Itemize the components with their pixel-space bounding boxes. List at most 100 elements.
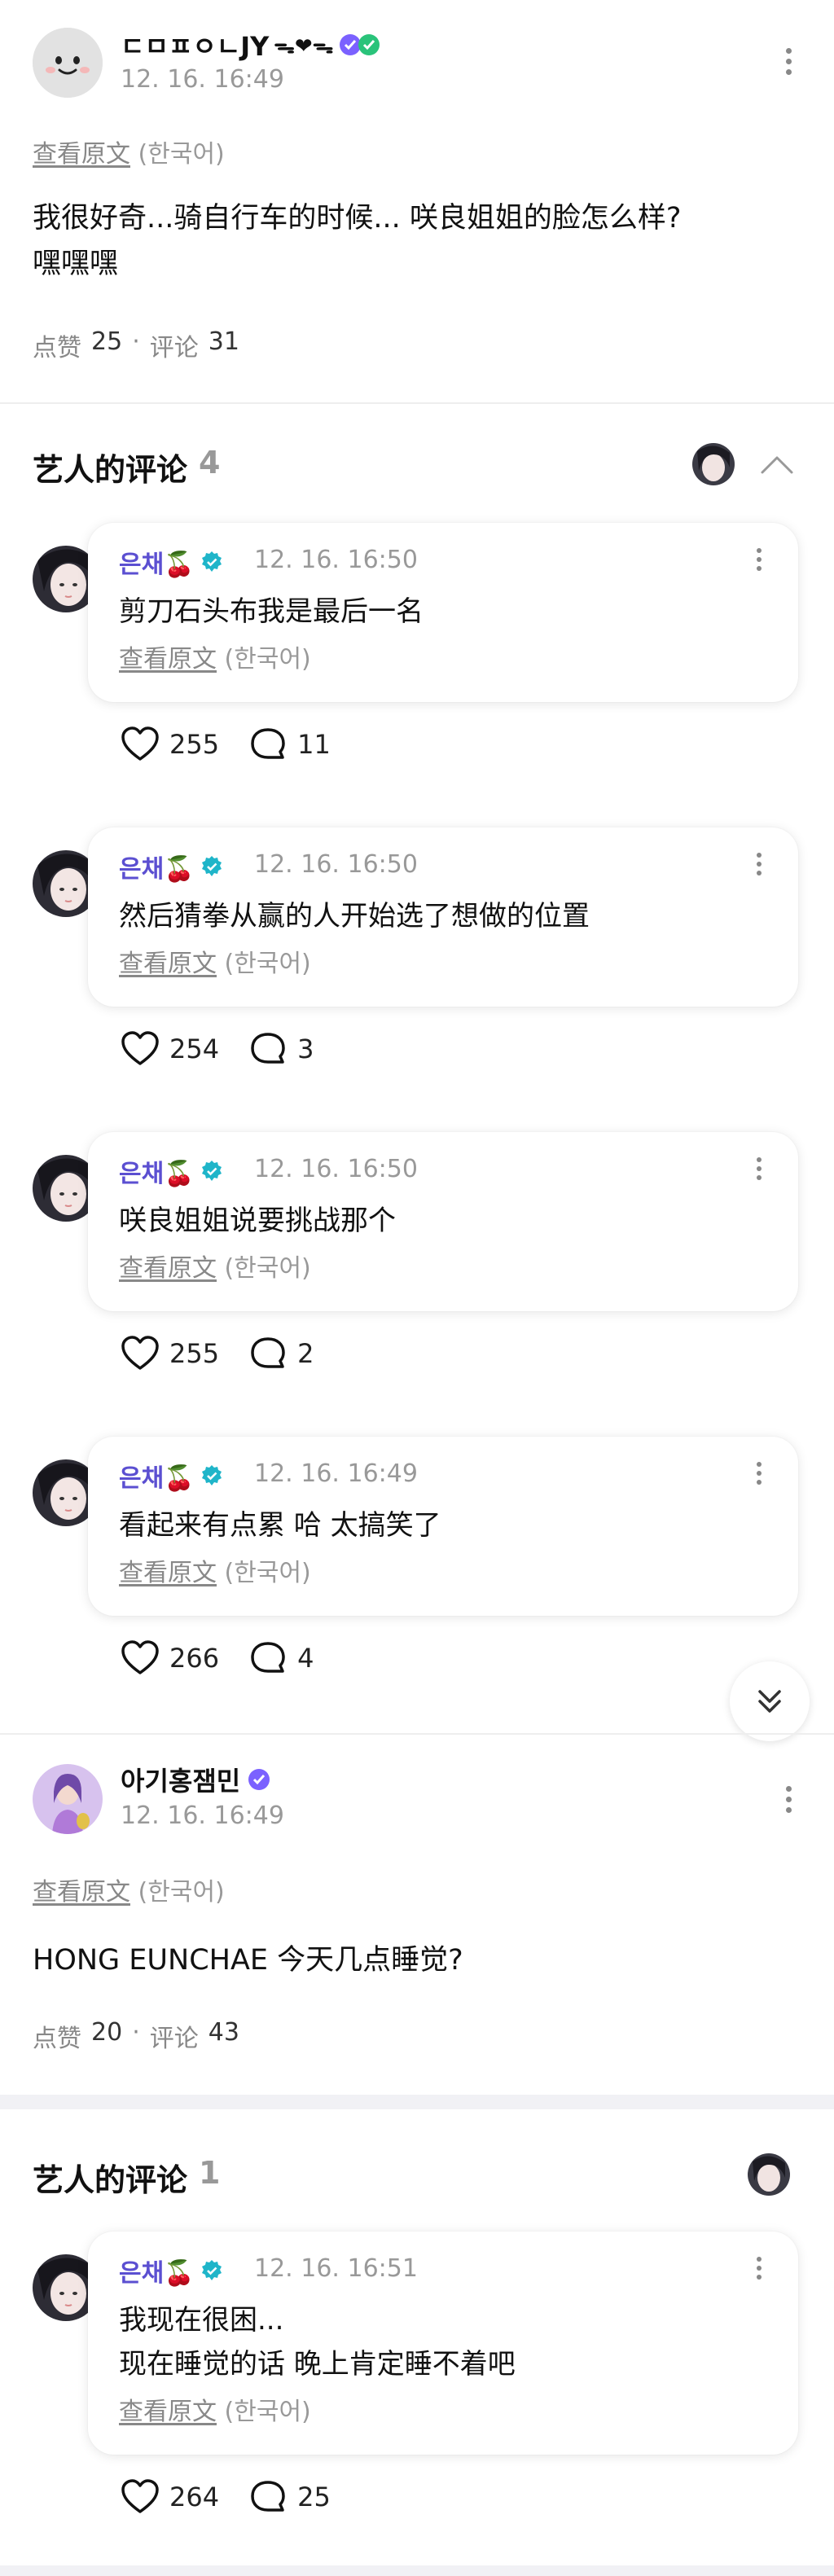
reply-reactions: 254 3 [121,1031,343,1067]
post1-translation-note: 查看原文 (한국어) [33,134,225,169]
reply-text: 咲良姐姐说要挑战那个 [119,1199,396,1243]
reply-author-name-text: 은채🍒 [119,1464,195,1493]
reply-comment-count: 25 [297,2482,331,2512]
reply-comment-count: 11 [297,729,331,760]
reply-more-icon[interactable] [751,1148,767,1189]
reply-author-name[interactable]: 은채🍒 [119,1458,224,1494]
reply-comment-count: 2 [297,1338,314,1369]
reply-view-original-link[interactable]: 查看原文 [119,1254,217,1283]
verified-badge-icon [201,551,222,572]
reply-author-name[interactable]: 은채🍒 [119,1153,224,1189]
post2-more-icon[interactable] [780,1779,797,1819]
reply-more-icon[interactable] [751,539,767,580]
post1-time: 12. 16. 16:49 [121,65,284,94]
reply-like-count: 255 [169,1338,220,1369]
reply-text: 我现在很困... 现在睡觉的话 晚上肯定睡不着吧 [119,2298,516,2386]
post2-comments-label[interactable]: 评论 [150,2018,199,2054]
heart-icon [121,2479,159,2513]
post1-username-text: ㄷㅁㅍㅇㄴJY [121,31,270,62]
heart-icon [121,726,159,761]
reply-like-button[interactable]: 254 [121,1031,248,1067]
verified-badge-icon [248,1769,270,1790]
reply-translation-note: 查看原文 (한국어) [119,1248,311,1284]
reply-more-icon[interactable] [751,844,767,884]
post1-username[interactable]: ㄷㅁㅍㅇㄴJY ᯓ❤︎ᯓ [121,26,382,64]
post1-likes-label: 点赞 [33,334,81,362]
artist-section2-header: 艺人的评论 1 [33,2155,220,2200]
post2-username[interactable]: 아기홍잼민 [121,1761,271,1798]
comment-bubble-icon [251,728,285,759]
double-chevron-down-icon [758,1690,781,1713]
post2-avatar[interactable] [33,1764,103,1834]
reply-comment-button[interactable]: 4 [248,1640,343,1676]
post1-text-line2: 嘿嘿嘿 [33,248,119,280]
post1-avatar[interactable] [33,28,103,98]
reply-text-line: 我现在很困... [119,2304,284,2337]
reply-text-line: 看起来有点累 哈 太搞笑了 [119,1509,441,1542]
reply-translation-note: 查看原文 (한국어) [119,2391,311,2427]
reply-lang-tag: (한국어) [224,1559,311,1587]
heart-icon [121,1336,159,1370]
reply-reactions: 266 4 [121,1640,343,1676]
reply-like-button[interactable]: 255 [121,1336,248,1371]
reply-author-name[interactable]: 은채🍒 [119,2253,224,2289]
reply-card: 은채🍒 12. 16. 16:50 剪刀石头布我是最后一名 查看原文 (한국어) [88,523,798,702]
reply-comment-button[interactable]: 11 [248,726,360,762]
reply-card: 은채🍒 12. 16. 16:49 看起来有点累 哈 太搞笑了查看原文 (한국어) [88,1437,798,1616]
post2-likes-label: 点赞 [33,2025,81,2053]
reply-lang-tag: (한국어) [224,950,311,978]
reply-author-name-text: 은채🍒 [119,2259,195,2288]
reply-author-name[interactable]: 은채🍒 [119,544,224,580]
reply-more-icon[interactable] [751,1453,767,1494]
reply-author-name-text: 은채🍒 [119,1160,195,1188]
reply-reactions: 255 11 [121,726,360,762]
reply-author-name-text: 은채🍒 [119,855,195,884]
verified-badge-icon [201,856,222,876]
reply-comment-button[interactable]: 25 [248,2479,360,2515]
chevron-up-icon[interactable] [759,453,795,476]
reply-time: 12. 16. 16:49 [254,1459,418,1488]
reply-like-button[interactable]: 255 [121,726,248,762]
post1-more-icon[interactable] [780,41,797,81]
reply-card: 은채🍒 12. 16. 16:50 然后猜拳从赢的人开始选了想做的位置查看原文 (한… [88,827,798,1007]
reply-comment-count: 3 [297,1033,314,1064]
reply-reactions: 264 25 [121,2479,360,2515]
post1-lang-tag: (한국어) [138,140,225,169]
reply-translation-note: 查看原文 (한국어) [119,943,311,979]
verified-badge-icon [340,34,380,55]
reply-lang-tag: (한국어) [224,2398,311,2426]
verified-badge-icon [201,1465,222,1485]
reply-like-count: 255 [169,729,220,760]
reply-like-button[interactable]: 266 [121,1640,248,1676]
post1-view-original-link[interactable]: 查看原文 [33,140,130,169]
post2-stats: 点赞 20 · 评论 43 [33,2018,239,2054]
reply-text: 剪刀石头布我是最后一名 [119,590,424,634]
reply-comment-button[interactable]: 3 [248,1031,343,1067]
heart-icon [121,1640,159,1674]
ghost-face-icon [33,28,103,98]
reply-author-name-text: 은채🍒 [119,551,195,579]
reply-like-button[interactable]: 264 [121,2479,248,2515]
reply-time: 12. 16. 16:51 [254,2254,418,2283]
user-photo-icon [33,1764,103,1834]
reply-more-icon[interactable] [751,2248,767,2289]
reply-view-original-link[interactable]: 查看原文 [119,2398,217,2426]
post1-comments-label[interactable]: 评论 [150,327,199,363]
scroll-down-button[interactable] [730,1661,810,1741]
post1-comments-count[interactable]: 31 [208,327,239,363]
post2-comments-count[interactable]: 43 [208,2018,239,2054]
comment-bubble-icon [251,1337,285,1368]
reply-view-original-link[interactable]: 查看原文 [119,645,217,674]
post2-view-original-link[interactable]: 查看原文 [33,1878,130,1907]
reply-view-original-link[interactable]: 查看原文 [119,950,217,978]
reply-time: 12. 16. 16:50 [254,850,418,879]
reply-view-original-link[interactable]: 查看原文 [119,1559,217,1587]
artist-section2-mini-avatar [748,2153,790,2196]
reply-card: 은채🍒 12. 16. 16:50 咲良姐姐说要挑战那个 查看原文 (한국어) [88,1132,798,1311]
post1-text: 我很好奇...骑自行车的时候... 咲良姐姐的脸怎么样? 嘿嘿嘿 [33,195,681,287]
post2-text: HONG EUNCHAE 今天几点睡觉? [33,1944,463,1977]
reply-comment-button[interactable]: 2 [248,1336,343,1371]
reply-like-count: 266 [169,1643,220,1674]
reply-author-name[interactable]: 은채🍒 [119,849,224,884]
reply-text: 然后猜拳从赢的人开始选了想做的位置 [119,894,590,938]
